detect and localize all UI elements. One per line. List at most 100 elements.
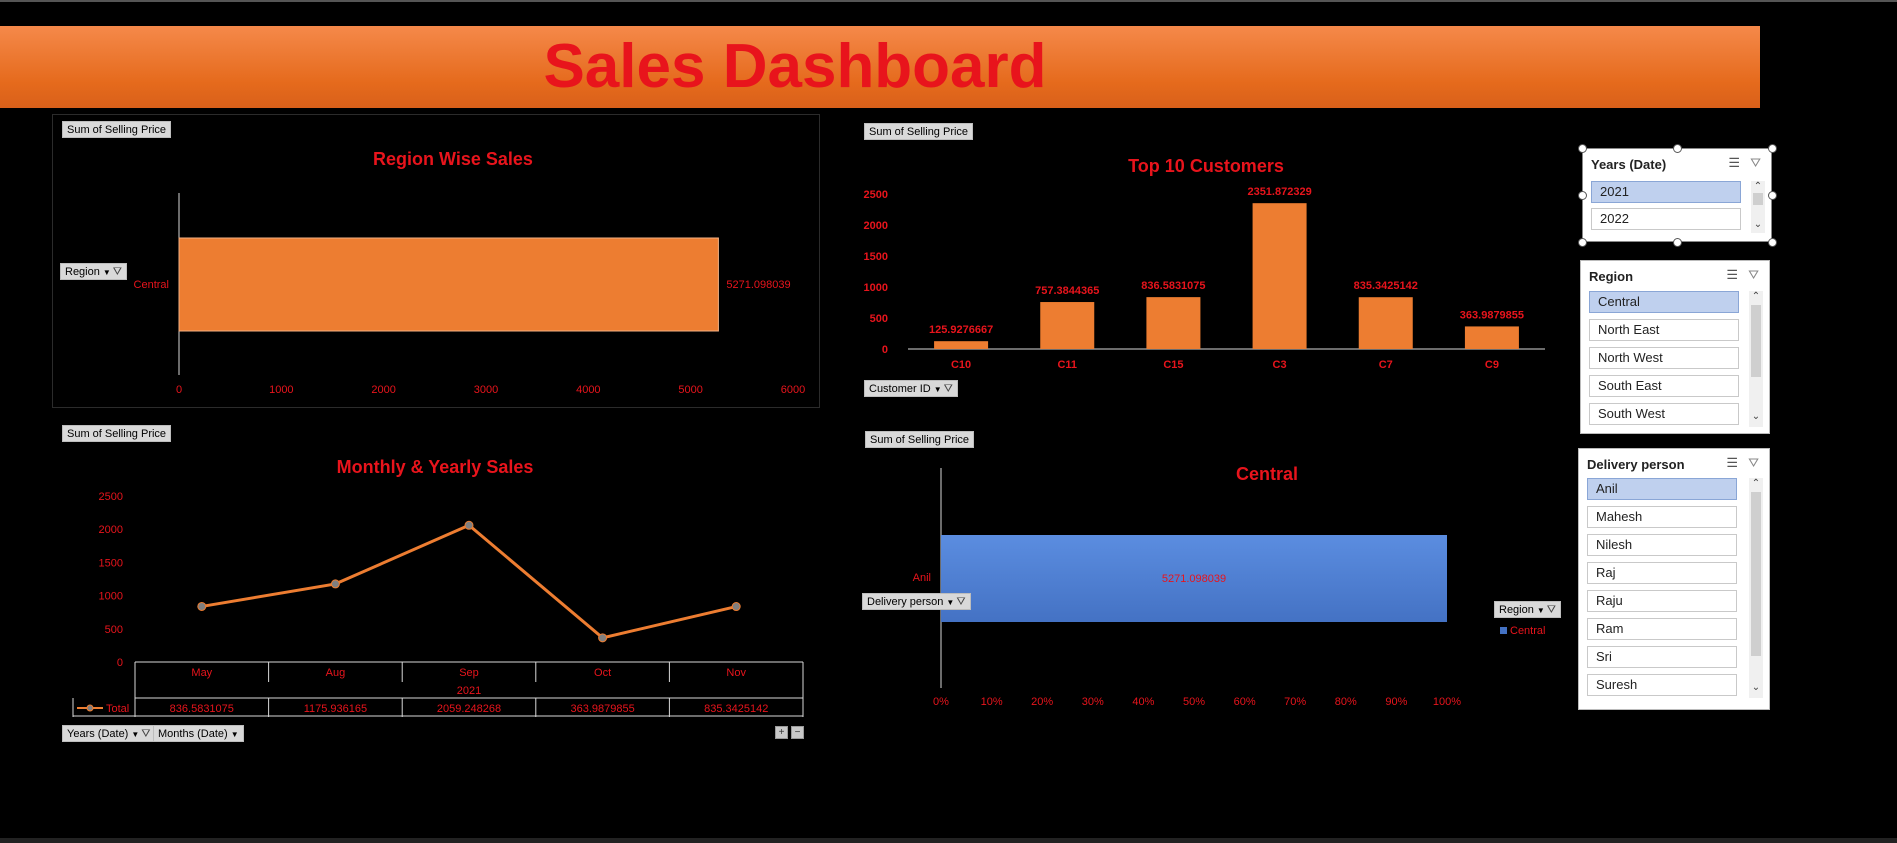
x-tick-label: 0 [176,384,182,396]
slicer-item-raj[interactable]: Raj [1587,562,1737,584]
value-field-label: Sum of Selling Price [67,124,167,136]
slicer-item-south-west[interactable]: South West [1589,403,1739,425]
slicer-scrollbar[interactable]: ⌃ ⌄ [1749,478,1763,698]
resize-handle[interactable] [1768,238,1777,247]
resize-handle[interactable] [1673,238,1682,247]
chart-title: Region Wise Sales [373,149,533,169]
slicer-item-mahesh[interactable]: Mahesh [1587,506,1737,528]
x-tick-label: 30% [1082,696,1104,708]
slicer-item-2022[interactable]: 2022 [1591,208,1741,230]
field-label: Months (Date) [158,728,228,740]
slicer-item-ram[interactable]: Ram [1587,618,1737,640]
region-chart-value-field[interactable]: Sum of Selling Price [62,121,172,138]
clear-filter-icon[interactable]: ⛛ [1748,267,1759,282]
x-tick-label: 4000 [576,384,600,396]
scroll-up-icon[interactable]: ⌃ [1751,181,1765,192]
table-value: 1175.936165 [304,703,367,715]
table-value: 363.9879855 [570,703,634,715]
value-field-label: Sum of Selling Price [869,126,969,138]
multi-select-icon[interactable]: ☰ [1728,155,1740,170]
y-tick-label: 2500 [99,491,123,503]
slicer-item-central[interactable]: Central [1589,291,1739,313]
bar [934,341,989,349]
customers-chart-area[interactable]: Top 10 Customers 0 500 1000 1500 2000 2500 125.… [862,118,1554,405]
x-tick-label: 3000 [474,384,498,396]
central-chart-plot: Central 5271.098039 Anil 0% 10% 20% 30% 40% 50% 6… [913,464,1546,708]
y-tick-label: 1000 [99,591,123,603]
scroll-down-icon[interactable]: ⌄ [1749,411,1763,422]
slicer-title: Region [1589,269,1634,284]
scroll-thumb[interactable] [1753,193,1763,205]
data-label: 835.3425142 [1354,280,1418,292]
region-legend-field-button[interactable]: Region ▼ ⛛ [1494,601,1562,618]
slicer-item-nilesh[interactable]: Nilesh [1587,534,1737,556]
years-slicer[interactable]: Years (Date) ☰ ⛛ 2021 2022 ⌃ ⌄ [1582,148,1772,242]
table-value: 835.3425142 [704,703,768,715]
category-label: C11 [1057,359,1077,371]
region-chart-area[interactable]: Region Wise Sales Central 5271.098039 0 1000… [52,114,820,408]
resize-handle[interactable] [1768,144,1777,153]
slicer-item-north-east[interactable]: North East [1589,319,1739,341]
window-top-border [0,0,1897,2]
x-tick-label: 1000 [269,384,293,396]
clear-filter-icon[interactable]: ⛛ [1750,155,1761,170]
region-chart-plot: Region Wise Sales Central 5271.098039 0 1000… [134,149,806,396]
slicer-item-sri[interactable]: Sri [1587,646,1737,668]
filter-icon: ⛛ [943,383,953,395]
y-tick-label: 1500 [99,557,123,569]
scroll-up-icon[interactable]: ⌃ [1749,478,1763,489]
customer-id-field-button[interactable]: Customer ID ▼ ⛛ [864,380,958,397]
clear-filter-icon[interactable]: ⛛ [1748,455,1759,470]
scroll-thumb[interactable] [1751,492,1761,656]
resize-handle[interactable] [1673,144,1682,153]
slicer-item-anil[interactable]: Anil [1587,478,1737,500]
slicer-item-north-west[interactable]: North West [1589,347,1739,369]
data-point [598,633,608,643]
category-label: C10 [951,359,971,371]
axis-field-label: Delivery person [867,596,944,608]
monthly-chart-area[interactable]: Monthly & Yearly Sales 0 500 1000 1500 2000 25… [52,420,820,752]
slicer-item-raju[interactable]: Raju [1587,590,1737,612]
filter-icon: ⛛ [141,728,151,740]
resize-handle[interactable] [1578,191,1587,200]
bar [1146,297,1201,349]
slicer-item-2021[interactable]: 2021 [1591,181,1741,203]
monthly-chart-value-field[interactable]: Sum of Selling Price [62,425,172,442]
resize-handle[interactable] [1578,144,1587,153]
delivery-person-field-button[interactable]: Delivery person ▼ ⛛ [862,593,971,610]
x-tick-label: 90% [1385,696,1407,708]
scroll-down-icon[interactable]: ⌄ [1749,682,1763,693]
multi-select-icon[interactable]: ☰ [1726,267,1738,282]
expand-field-button[interactable]: + [775,726,788,739]
dropdown-icon: ▼ [102,268,111,277]
months-date-field-button[interactable]: Months (Date) ▼ [153,725,244,742]
category-label: C3 [1273,359,1287,371]
region-slicer[interactable]: Region ☰ ⛛ Central North East North West … [1580,260,1770,434]
category-label: C7 [1379,359,1393,371]
delivery-person-slicer[interactable]: Delivery person ☰ ⛛ Anil Mahesh Nilesh Ra… [1578,448,1770,710]
resize-handle[interactable] [1768,191,1777,200]
scroll-down-icon[interactable]: ⌄ [1751,219,1765,230]
central-chart-value-field[interactable]: Sum of Selling Price [865,431,975,448]
x-tick-label: 20% [1031,696,1053,708]
slicer-item-south-east[interactable]: South East [1589,375,1739,397]
slicer-item-suresh[interactable]: Suresh [1587,674,1737,696]
window-bottom-border [0,838,1897,843]
category-label: May [191,667,212,679]
monthly-chart-plot: Monthly & Yearly Sales 0 500 1000 1500 2000 25… [72,457,804,717]
slicer-scrollbar[interactable]: ⌃ ⌄ [1751,181,1765,233]
chart-title: Top 10 Customers [1128,156,1284,176]
scroll-thumb[interactable] [1751,305,1761,377]
scroll-up-icon[interactable]: ⌃ [1749,291,1763,302]
x-tick-label: 100% [1433,696,1461,708]
multi-select-icon[interactable]: ☰ [1726,455,1738,470]
slicer-scrollbar[interactable]: ⌃ ⌄ [1749,291,1763,427]
years-date-field-button[interactable]: Years (Date) ▼ ⛛ [62,725,156,742]
resize-handle[interactable] [1578,238,1587,247]
customers-chart-value-field[interactable]: Sum of Selling Price [864,123,974,140]
central-chart-area[interactable]: Central 5271.098039 Anil 0% 10% 20% 30% 40% 50% 6… [862,425,1564,727]
bar [1040,302,1095,349]
collapse-field-button[interactable]: − [791,726,804,739]
data-label: 836.5831075 [1141,280,1205,292]
region-axis-field-button[interactable]: Region ▼ ⛛ [60,263,128,280]
